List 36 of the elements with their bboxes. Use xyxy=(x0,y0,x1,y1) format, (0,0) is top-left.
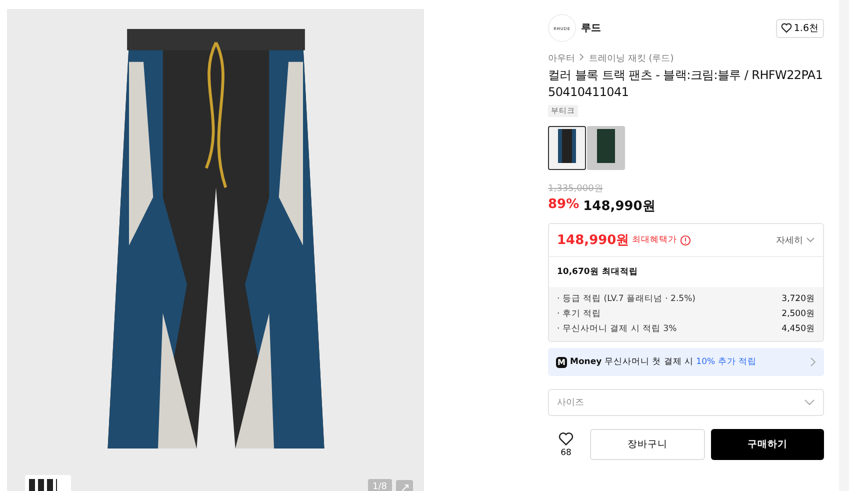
max-benefit-price: 148,990원 xyxy=(557,232,630,249)
breadcrumb-link[interactable]: 트레이닝 재킷 (루드) xyxy=(589,52,674,65)
max-points: 10,670원 최대적립 xyxy=(556,266,639,279)
discount-rate: 89% xyxy=(548,197,580,214)
expand-icon xyxy=(400,482,410,491)
color-swatch[interactable] xyxy=(587,126,625,170)
thumbnail[interactable] xyxy=(25,475,71,491)
buy-button[interactable]: 구매하기 xyxy=(711,429,824,460)
points-label: · 후기 적립 xyxy=(557,308,602,320)
like-button[interactable]: 1.6천 xyxy=(776,18,824,38)
color-swatch[interactable] xyxy=(548,126,586,170)
info-icon[interactable] xyxy=(680,234,692,246)
money-logo: M xyxy=(556,356,567,368)
points-label: · 무신사머니 결제 시 적립 3% xyxy=(557,323,677,335)
wishlist-button[interactable]: 68 xyxy=(548,432,584,458)
breadcrumb-link[interactable]: 아우터 xyxy=(548,52,575,65)
chevron-right-icon xyxy=(810,357,816,367)
points-value: 3,720원 xyxy=(782,293,815,305)
points-label: · 등급 적립 (LV.7 플래티넘 · 2.5%) xyxy=(557,293,696,305)
heart-icon xyxy=(780,23,792,33)
brand-name[interactable]: 루드 xyxy=(581,21,601,35)
product-title: 컬러 블록 트랙 팬츠 - 블랙:크림:블루 / RHFW22PA150410411041 xyxy=(548,67,824,101)
points-value: 4,450원 xyxy=(782,323,815,335)
heart-icon xyxy=(558,432,574,446)
chevron-down-icon xyxy=(806,237,815,243)
points-value: 2,500원 xyxy=(782,308,815,320)
size-select[interactable]: 사이즈 xyxy=(548,389,824,416)
detail-toggle[interactable]: 자세히 xyxy=(776,234,815,246)
max-benefit-label: 최대혜택가 xyxy=(632,234,678,246)
image-counter: 1/8 xyxy=(368,479,392,491)
chevron-down-icon xyxy=(804,399,815,406)
original-price: 1,335,000원 xyxy=(548,183,603,195)
cart-button[interactable]: 장바구니 xyxy=(590,429,705,460)
sale-price: 148,990원 xyxy=(583,198,656,215)
money-banner-text: Money 무신사머니 첫 결제 시 10% 추가 적립 xyxy=(570,356,756,368)
money-banner[interactable]: M Money 무신사머니 첫 결제 시 10% 추가 적립 xyxy=(548,348,824,376)
